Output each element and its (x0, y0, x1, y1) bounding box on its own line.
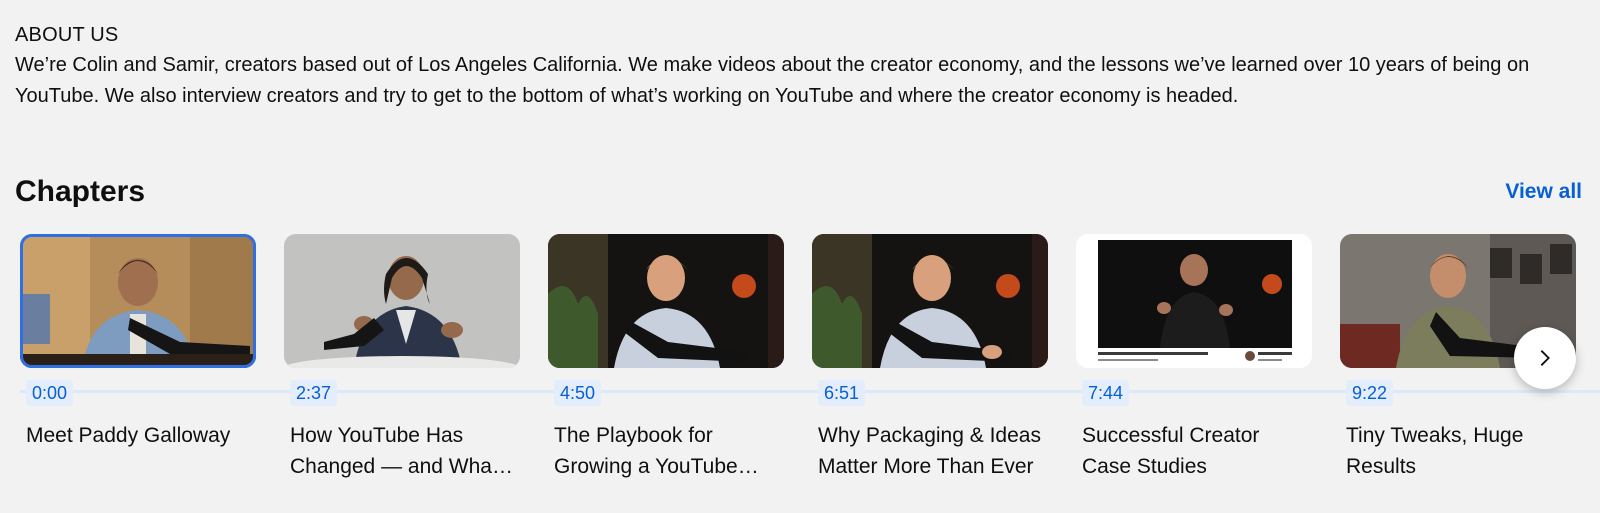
chapters-heading: Chapters (15, 175, 146, 208)
about-description: We’re Colin and Samir, creators based ou… (15, 54, 1530, 107)
chapter-title[interactable]: The Playbook for Growing a YouTube Chann… (554, 420, 778, 482)
chapter-timestamp[interactable]: 4:50 (554, 380, 602, 406)
chapter-item[interactable]: 4:50 The Playbook for Growing a YouTube … (548, 234, 784, 482)
chapter-item[interactable]: 2:37 How YouTube Has Changed — and What … (284, 234, 520, 482)
chapter-thumbnail[interactable] (812, 234, 1048, 368)
chapter-timestamp[interactable]: 0:00 (26, 380, 74, 406)
chapter-title[interactable]: Meet Paddy Galloway (26, 420, 250, 451)
chapter-title[interactable]: Successful Creator Case Studies (1082, 420, 1306, 482)
chapter-item[interactable]: 7:44 Successful Creator Case Studies (1076, 234, 1312, 482)
about-heading: ABOUT US (15, 24, 119, 46)
chapter-timestamp[interactable]: 6:51 (818, 380, 866, 406)
chapter-thumbnail[interactable] (548, 234, 784, 368)
chapter-timestamp[interactable]: 2:37 (290, 380, 338, 406)
chapter-thumbnail[interactable] (1076, 234, 1312, 368)
chapter-item[interactable]: 0:00 Meet Paddy Galloway (20, 234, 256, 451)
next-chapters-button[interactable] (1514, 327, 1576, 389)
chapter-title[interactable]: Tiny Tweaks, Huge Results (1346, 420, 1570, 482)
chapters-page: ABOUT US We’re Colin and Samir, creators… (0, 0, 1600, 513)
chapter-thumbnail[interactable] (284, 234, 520, 368)
chapter-thumbnail[interactable] (20, 234, 256, 368)
chapter-timestamp[interactable]: 9:22 (1346, 380, 1394, 406)
view-all-link[interactable]: View all (1505, 176, 1582, 208)
chapter-title[interactable]: How YouTube Has Changed — and What Creat… (290, 420, 514, 482)
chapter-title[interactable]: Why Packaging & Ideas Matter More Than E… (818, 420, 1042, 482)
chapter-item[interactable]: 6:51 Why Packaging & Ideas Matter More T… (812, 234, 1048, 482)
chapter-timestamp[interactable]: 7:44 (1082, 380, 1130, 406)
chevron-right-icon (1540, 350, 1550, 366)
about-section: ABOUT US We’re Colin and Samir, creators… (15, 20, 1590, 112)
